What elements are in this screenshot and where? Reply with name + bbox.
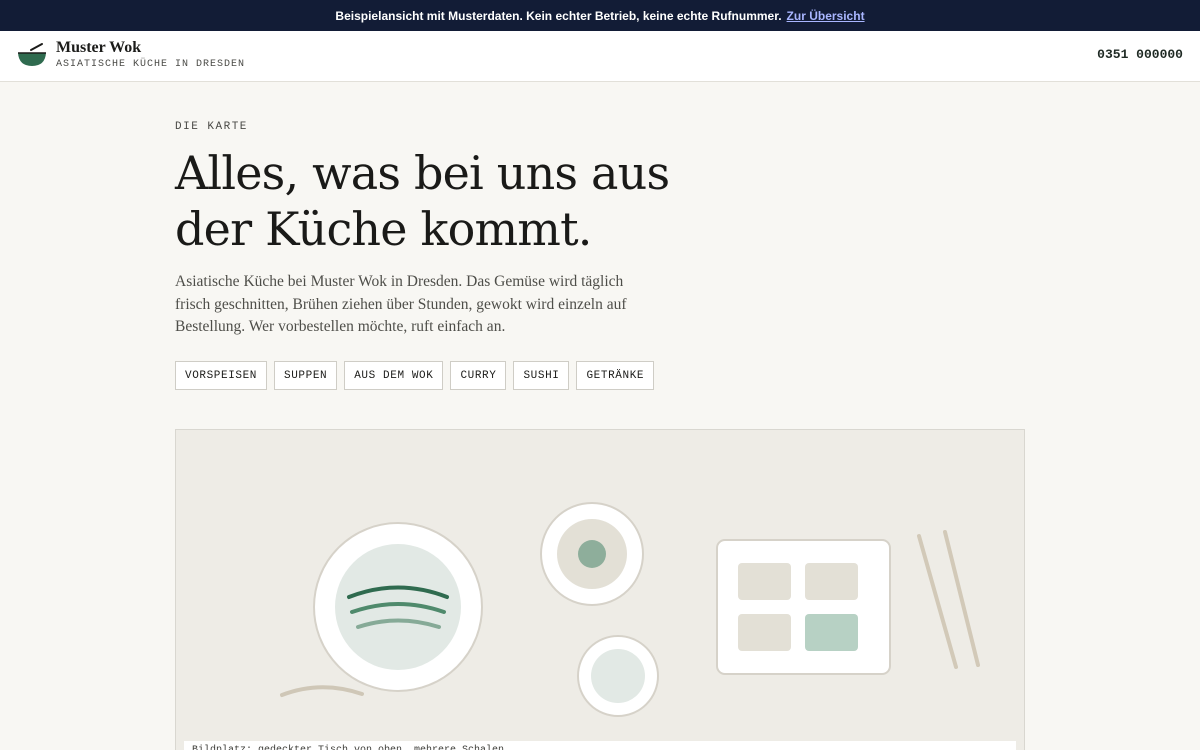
brand-name[interactable]: Muster Wok	[56, 39, 141, 57]
table-illustration: Bildplatz: gedeckter Tisch von oben, meh…	[175, 429, 1025, 750]
image-caption: Bildplatz: gedeckter Tisch von oben, meh…	[184, 741, 1016, 750]
category-sushi-button[interactable]: SUSHI	[513, 361, 570, 390]
rice-bowl-icon	[577, 635, 659, 717]
table-scene-illustration	[280, 502, 980, 717]
chopsticks-icon	[917, 530, 980, 669]
section-eyebrow: DIE KARTE	[175, 121, 248, 133]
category-aus-dem-wok-button[interactable]: AUS DEM WOK	[344, 361, 444, 390]
sauce-bowl-icon	[540, 502, 644, 606]
site-header: Muster Wok ASIATISCHE KÜCHE IN DRESDEN 0…	[0, 31, 1200, 82]
phone-number[interactable]: 0351 000000	[1097, 47, 1183, 62]
category-curry-button[interactable]: CURRY	[450, 361, 507, 390]
intro-text: Asiatische Küche bei Muster Wok in Dresd…	[175, 273, 627, 335]
noodle-plate-icon	[313, 522, 483, 692]
spoon-icon	[280, 685, 364, 697]
demo-banner-text: Beispielansicht mit Musterdaten. Kein ec…	[335, 8, 782, 23]
page-title: Alles, was bei uns aus der Küche kommt.	[175, 146, 670, 256]
sushi-tray-icon	[716, 539, 891, 675]
category-vorspeisen-button[interactable]: VORSPEISEN	[175, 361, 268, 390]
category-nav: VORSPEISEN SUPPEN AUS DEM WOK CURRY SUSH…	[175, 361, 655, 390]
demo-banner: Beispielansicht mit Musterdaten. Kein ec…	[0, 0, 1200, 31]
overview-link[interactable]: Zur Übersicht	[787, 9, 865, 23]
category-suppen-button[interactable]: SUPPEN	[274, 361, 338, 390]
category-getraenke-button[interactable]: GETRÄNKE	[576, 361, 655, 390]
wok-bowl-icon[interactable]	[17, 41, 47, 67]
brand-tagline: ASIATISCHE KÜCHE IN DRESDEN	[56, 59, 246, 70]
